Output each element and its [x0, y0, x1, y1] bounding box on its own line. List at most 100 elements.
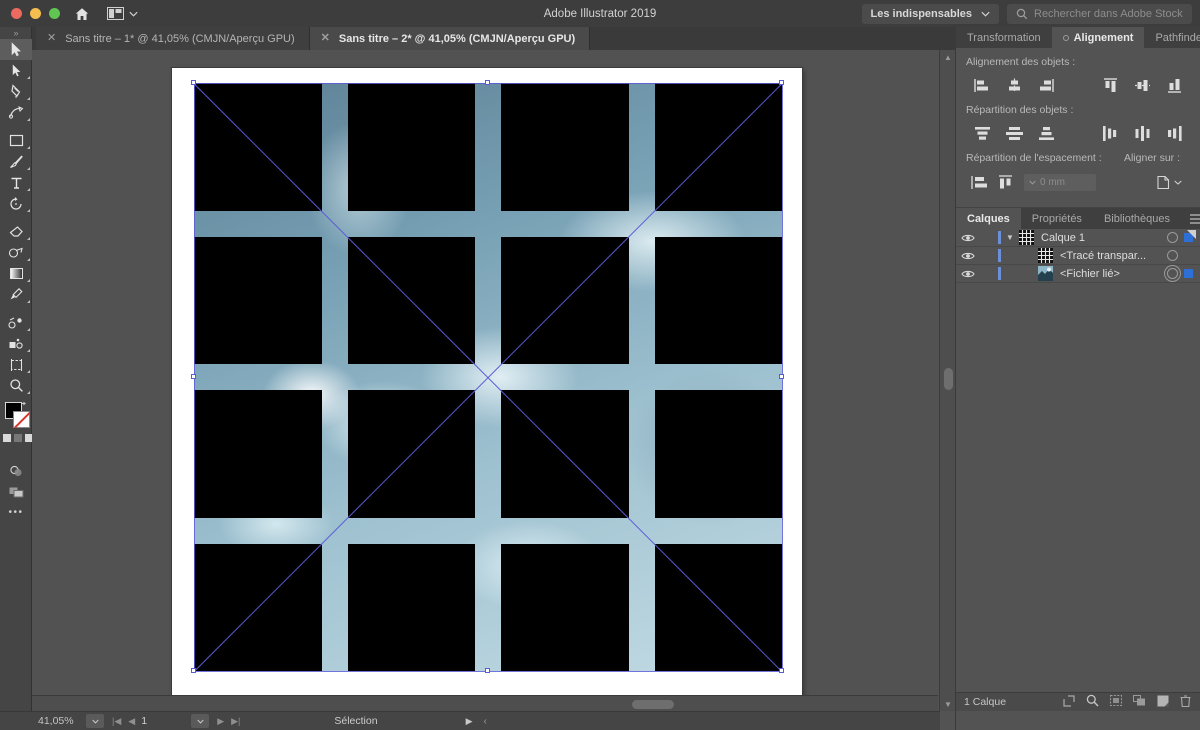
tools-collapse-handle[interactable]: » — [0, 27, 31, 39]
artboard[interactable] — [172, 68, 802, 698]
eraser-tool[interactable] — [0, 221, 32, 242]
canvas-horizontal-scrollbar[interactable] — [32, 695, 938, 711]
gradient-tool[interactable] — [0, 263, 32, 284]
paintbrush-tool[interactable] — [0, 151, 32, 172]
selection-anchor-handle[interactable] — [190, 667, 196, 673]
grid-cell[interactable] — [194, 390, 322, 518]
scroll-up-arrow-icon[interactable]: ▲ — [940, 50, 956, 64]
pen-tool[interactable] — [0, 81, 32, 102]
screen-mode-button[interactable] — [0, 460, 32, 481]
distribute-bottom-icon[interactable] — [1030, 123, 1062, 143]
tab-proprietes[interactable]: Propriétés — [1021, 208, 1093, 229]
distribute-vertical-center-icon[interactable] — [998, 123, 1030, 143]
layer-name[interactable]: <Fichier lié> — [1060, 268, 1167, 280]
eyedropper-tool[interactable] — [0, 284, 32, 305]
align-vertical-center-icon[interactable] — [1126, 75, 1158, 95]
shape-builder-tool[interactable] — [0, 242, 32, 263]
isolate-icon[interactable] — [1063, 694, 1075, 710]
create-sublayer-icon[interactable] — [1133, 695, 1146, 709]
tab-calques[interactable]: Calques — [956, 208, 1021, 229]
vertical-scroll-thumb[interactable] — [944, 368, 953, 390]
locate-object-icon[interactable] — [1086, 694, 1099, 710]
panel-menu-icon[interactable] — [1181, 208, 1200, 229]
distribute-left-icon[interactable] — [1094, 123, 1126, 143]
default-fill-stroke-icon[interactable] — [3, 434, 11, 442]
curvature-tool[interactable] — [0, 102, 32, 123]
minimize-window-button[interactable] — [30, 8, 41, 19]
target-circle-icon[interactable] — [1167, 250, 1178, 261]
close-window-button[interactable] — [11, 8, 22, 19]
scroll-down-arrow-icon[interactable]: ▼ — [940, 697, 956, 711]
first-page-icon[interactable]: |◀ — [112, 716, 121, 727]
align-bottom-icon[interactable] — [1158, 75, 1190, 95]
selection-tool[interactable] — [0, 39, 32, 60]
maximize-window-button[interactable] — [49, 8, 60, 19]
workspace-switcher[interactable]: Les indispensables — [861, 3, 999, 24]
rectangle-tool[interactable] — [0, 130, 32, 151]
selection-anchor-handle[interactable] — [484, 79, 490, 85]
page-dropdown-button[interactable] — [191, 714, 210, 728]
last-page-icon[interactable]: ▶| — [231, 716, 240, 727]
current-tool-label[interactable]: Sélection — [334, 715, 377, 727]
canvas-area[interactable] — [32, 50, 938, 711]
rotate-tool[interactable] — [0, 193, 32, 214]
selection-indicator[interactable] — [1184, 269, 1193, 278]
close-icon[interactable]: ✕ — [47, 33, 56, 44]
blend-tool[interactable] — [0, 312, 32, 333]
eye-icon[interactable] — [956, 269, 980, 279]
prev-page-icon[interactable]: ◀ — [128, 716, 135, 727]
grid-cell[interactable] — [347, 83, 475, 211]
layer-row-fichier-lie[interactable]: <Fichier lié> — [956, 265, 1200, 283]
layer-name[interactable]: Calque 1 — [1041, 232, 1167, 244]
selection-anchor-handle[interactable] — [778, 373, 784, 379]
selection-anchor-handle[interactable] — [778, 667, 784, 673]
align-right-icon[interactable] — [1030, 75, 1062, 95]
drawing-modes-button[interactable] — [0, 481, 32, 502]
document-tab-2[interactable]: ✕ Sans titre – 2* @ 41,05% (CMJN/Aperçu … — [309, 27, 591, 50]
horizontal-scroll-thumb[interactable] — [632, 700, 674, 709]
make-clipping-mask-icon[interactable] — [1110, 695, 1122, 709]
distribute-right-icon[interactable] — [1158, 123, 1190, 143]
grid-cell[interactable] — [501, 83, 629, 211]
zoom-level-value[interactable]: 41,05% — [38, 715, 84, 727]
align-left-icon[interactable] — [966, 75, 998, 95]
distribute-top-icon[interactable] — [966, 123, 998, 143]
spacing-value-field[interactable]: 0 mm — [1024, 173, 1096, 191]
target-circle-icon[interactable] — [1167, 232, 1178, 243]
distribute-vertical-space-icon[interactable] — [966, 172, 992, 192]
align-horizontal-center-icon[interactable] — [998, 75, 1030, 95]
grid-cell[interactable] — [347, 543, 475, 671]
document-tab-1[interactable]: ✕ Sans titre – 1* @ 41,05% (CMJN/Aperçu … — [36, 27, 310, 50]
distribute-horizontal-center-icon[interactable] — [1126, 123, 1158, 143]
adobe-stock-search[interactable]: Rechercher dans Adobe Stock — [1007, 3, 1192, 24]
target-circle-icon[interactable] — [1167, 268, 1178, 279]
zoom-tool[interactable] — [0, 375, 32, 396]
artboard-tool[interactable] — [0, 354, 32, 375]
direct-selection-tool[interactable] — [0, 60, 32, 81]
tab-pathfinder[interactable]: Pathfinder — [1144, 27, 1200, 48]
grid-cell[interactable] — [194, 236, 322, 364]
eye-icon[interactable] — [956, 251, 980, 261]
new-layer-icon[interactable] — [1157, 695, 1169, 710]
layer-row-trace-transparent[interactable]: <Tracé transpar... — [956, 247, 1200, 265]
selection-anchor-handle[interactable] — [778, 79, 784, 85]
color-icon[interactable] — [14, 434, 22, 442]
align-to-button[interactable] — [1156, 175, 1182, 190]
home-icon[interactable] — [74, 6, 90, 22]
close-icon[interactable]: ✕ — [321, 33, 330, 44]
grid-cell[interactable] — [654, 390, 782, 518]
next-page-icon[interactable]: ▶ — [217, 716, 224, 727]
distribute-horizontal-space-icon[interactable] — [992, 172, 1018, 192]
arrange-documents-button[interactable] — [107, 7, 138, 20]
zoom-dropdown-button[interactable] — [86, 714, 104, 728]
grid-cell[interactable] — [654, 236, 782, 364]
chevron-left-icon[interactable]: ‹ — [484, 716, 487, 727]
align-top-icon[interactable] — [1094, 75, 1126, 95]
layer-row-calque-1[interactable]: ▼ Calque 1 — [956, 229, 1200, 247]
tab-alignement[interactable]: Alignement — [1051, 27, 1145, 48]
selection-anchor-handle[interactable] — [190, 79, 196, 85]
layer-name[interactable]: <Tracé transpar... — [1060, 250, 1167, 262]
page-number-value[interactable]: 1 — [141, 715, 189, 727]
play-icon[interactable]: ▶ — [466, 716, 473, 727]
edit-toolbar-button[interactable]: ••• — [0, 502, 32, 523]
